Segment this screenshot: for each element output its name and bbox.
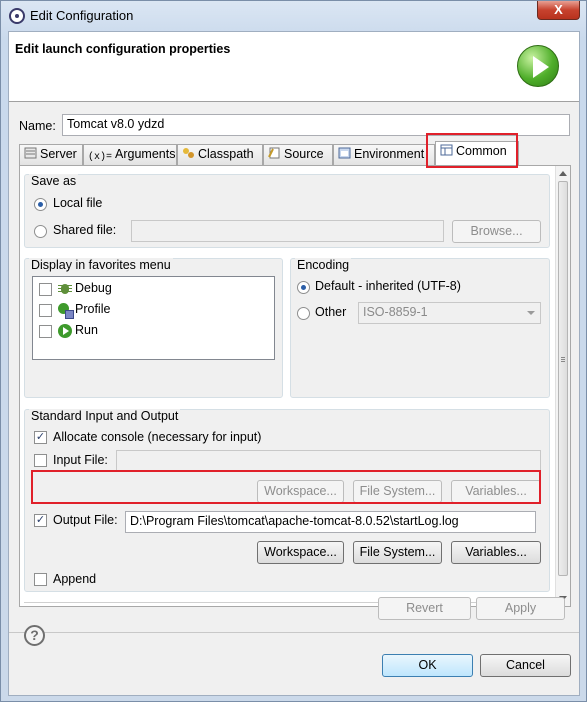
source-icon (268, 147, 280, 159)
tab-arguments[interactable]: (x)= Arguments (83, 144, 177, 165)
profile-checkbox[interactable] (39, 304, 52, 317)
default-encoding-label: Default - inherited (UTF-8) (315, 279, 461, 293)
common-tab-panel: Save as Local file Shared file: Browse..… (19, 165, 571, 607)
debug-icon (58, 282, 72, 296)
allocate-console-label: Allocate console (necessary for input) (53, 430, 262, 444)
tab-environment[interactable]: Environment (333, 144, 435, 165)
favorites-list: Debug Profile Run (32, 276, 275, 360)
output-workspace-button[interactable]: Workspace... (257, 541, 344, 564)
input-file-checkbox[interactable] (34, 454, 47, 467)
common-icon (440, 144, 453, 156)
tab-common[interactable]: Common (435, 141, 519, 166)
debug-checkbox[interactable] (39, 283, 52, 296)
local-file-label: Local file (53, 196, 103, 210)
save-as-title: Save as (29, 174, 79, 188)
favorites-title: Display in favorites menu (29, 258, 173, 272)
tab-bar: Server (x)= Arguments Classpath Source En… (19, 141, 571, 166)
dialog-client-area: Edit launch configuration properties Nam… (8, 31, 580, 696)
name-label: Name: (19, 119, 56, 133)
title-bar[interactable]: Edit Configuration X (1, 1, 586, 31)
encoding-group: Encoding Default - inherited (UTF-8) Oth… (290, 258, 550, 398)
append-label: Append (53, 572, 97, 586)
tab-source[interactable]: Source (263, 144, 333, 165)
other-encoding-radio[interactable] (297, 307, 310, 320)
tab-common-label: Common (456, 144, 507, 158)
run-checkbox[interactable] (39, 325, 52, 338)
scrollbar-grip-icon (561, 357, 565, 358)
output-file-system-button[interactable]: File System... (353, 541, 442, 564)
local-file-radio[interactable] (34, 198, 47, 211)
run-icon (58, 324, 72, 338)
apply-button[interactable]: Apply (476, 597, 565, 620)
shared-file-radio[interactable] (34, 225, 47, 238)
help-icon[interactable]: ? (24, 625, 45, 646)
input-file-label: Input File: (53, 453, 108, 467)
output-file-label: Output File: (53, 513, 118, 527)
footer-divider (9, 632, 579, 633)
panel-divider (24, 602, 550, 603)
profile-icon (58, 303, 74, 319)
tab-classpath[interactable]: Classpath (177, 144, 263, 165)
other-encoding-value: ISO-8859-1 (363, 305, 428, 319)
shared-file-input[interactable] (131, 220, 444, 242)
tab-server[interactable]: Server (19, 144, 83, 165)
save-as-group: Save as Local file Shared file: Browse..… (24, 174, 550, 248)
standard-io-group: Standard Input and Output ✓ Allocate con… (24, 409, 550, 592)
default-encoding-radio[interactable] (297, 281, 310, 294)
tab-classpath-label: Classpath (198, 147, 254, 161)
server-icon (24, 147, 37, 159)
favorites-group: Display in favorites menu Debug Profile (24, 258, 283, 398)
other-encoding-label: Other (315, 305, 347, 319)
other-encoding-combo[interactable]: ISO-8859-1 (358, 302, 541, 324)
vertical-scrollbar[interactable] (555, 166, 570, 606)
arguments-icon: (x)= (88, 152, 113, 163)
append-checkbox[interactable] (34, 573, 47, 586)
cancel-button[interactable]: Cancel (480, 654, 571, 677)
launch-run-icon (517, 45, 559, 87)
input-file-input[interactable] (116, 450, 541, 472)
output-file-input[interactable]: D:\Program Files\tomcat\apache-tomcat-8.… (125, 511, 536, 533)
encoding-title: Encoding (295, 258, 352, 272)
configuration-name-input[interactable]: Tomcat v8.0 ydzd (62, 114, 570, 136)
tab-arguments-label: Arguments (115, 147, 176, 161)
output-variables-button[interactable]: Variables... (451, 541, 541, 564)
output-file-checkbox[interactable]: ✓ (34, 514, 47, 527)
input-file-system-button[interactable]: File System... (353, 480, 442, 503)
browse-button[interactable]: Browse... (452, 220, 541, 243)
classpath-icon (183, 148, 194, 158)
profile-label: Profile (75, 302, 111, 316)
dialog-header: Edit launch configuration properties (9, 32, 579, 102)
input-variables-button[interactable]: Variables... (451, 480, 541, 503)
environment-icon (338, 147, 351, 159)
chevron-down-icon (527, 311, 535, 315)
tab-source-label: Source (284, 147, 324, 161)
shared-file-label: Shared file: (53, 223, 117, 237)
ok-button[interactable]: OK (382, 654, 473, 677)
standard-io-title: Standard Input and Output (29, 409, 181, 423)
allocate-console-checkbox[interactable]: ✓ (34, 431, 47, 444)
window-title: Edit Configuration (30, 8, 134, 23)
header-title: Edit launch configuration properties (15, 42, 231, 56)
close-button[interactable]: X (537, 1, 580, 20)
input-workspace-button[interactable]: Workspace... (257, 480, 344, 503)
revert-button[interactable]: Revert (378, 597, 471, 620)
scrollbar-thumb[interactable] (558, 181, 568, 576)
scroll-up-arrow-icon[interactable] (559, 171, 567, 176)
debug-label: Debug (75, 281, 112, 295)
run-label: Run (75, 323, 98, 337)
tab-server-label: Server (40, 147, 77, 161)
eclipse-app-icon (9, 8, 25, 24)
tab-environment-label: Environment (354, 147, 425, 161)
edit-configuration-window: Edit Configuration X Edit launch configu… (0, 0, 587, 702)
